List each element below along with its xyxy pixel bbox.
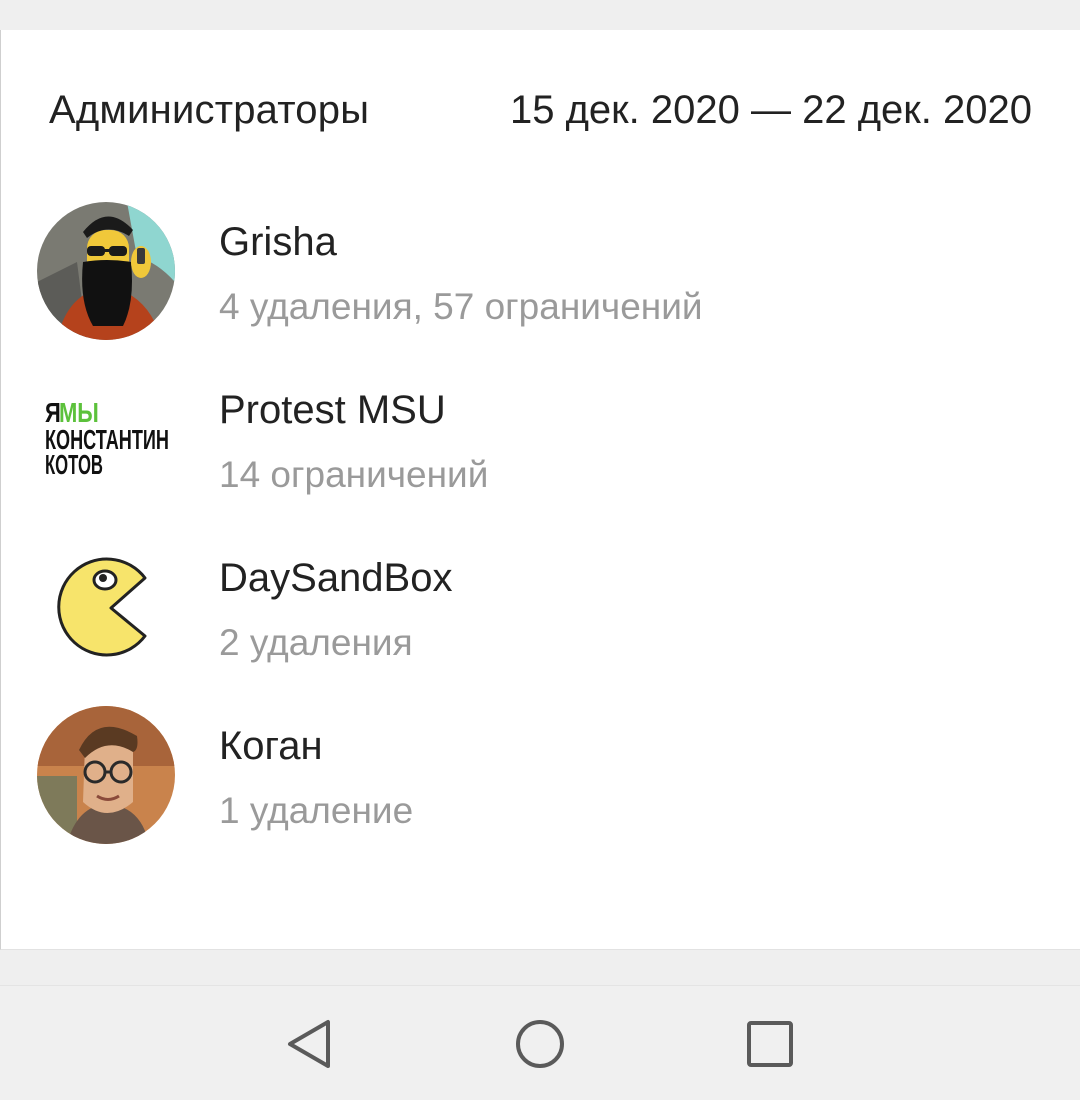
admin-stats: 4 удаления, 57 ограничений	[219, 286, 703, 327]
card-header: Администраторы 15 дек. 2020 — 22 дек. 20…	[1, 30, 1080, 190]
date-range[interactable]: 15 дек. 2020 — 22 дек. 2020	[510, 88, 1032, 133]
circle-home-icon	[516, 1020, 564, 1068]
pacman-avatar	[37, 538, 175, 676]
bearded-man-sunglasses-avatar	[37, 202, 175, 340]
admin-name: Коган	[219, 724, 323, 768]
admin-row-kogan[interactable]: Коган 1 удаление	[1, 706, 1080, 874]
man-with-glasses-avatar	[37, 706, 175, 844]
avatar	[37, 202, 175, 340]
text-logo-avatar: Я МЫ КОНСТАНТИН КОТОВ	[37, 370, 175, 508]
admin-stats: 2 удаления	[219, 622, 413, 663]
admin-name: DaySandBox	[219, 556, 453, 600]
square-recents-icon	[747, 1021, 793, 1067]
system-nav-bar	[0, 985, 1080, 1100]
admin-stats: 1 удаление	[219, 790, 414, 831]
admins-card: Администраторы 15 дек. 2020 — 22 дек. 20…	[0, 30, 1080, 950]
section-title: Администраторы	[49, 88, 370, 132]
admin-stats: 14 ограничений	[219, 454, 489, 495]
back-button[interactable]	[280, 1014, 340, 1074]
svg-text:КОТОВ: КОТОВ	[45, 450, 103, 481]
admin-row-grisha[interactable]: Grisha 4 удаления, 57 ограничений	[1, 202, 1080, 370]
admin-row-protest-msu[interactable]: Я МЫ КОНСТАНТИН КОТОВ Protest MSU 14 огр…	[1, 370, 1080, 538]
avatar: Я МЫ КОНСТАНТИН КОТОВ	[37, 370, 175, 508]
avatar	[37, 706, 175, 844]
avatar	[37, 538, 175, 676]
admin-name: Protest MSU	[219, 388, 446, 432]
separator-strip	[0, 950, 1080, 985]
recents-button[interactable]	[740, 1014, 800, 1074]
admin-name: Grisha	[219, 220, 337, 264]
admin-row-daysandbox[interactable]: DaySandBox 2 удаления	[1, 538, 1080, 706]
status-strip	[0, 0, 1080, 30]
triangle-back-icon	[288, 1020, 330, 1068]
home-button[interactable]	[510, 1014, 570, 1074]
